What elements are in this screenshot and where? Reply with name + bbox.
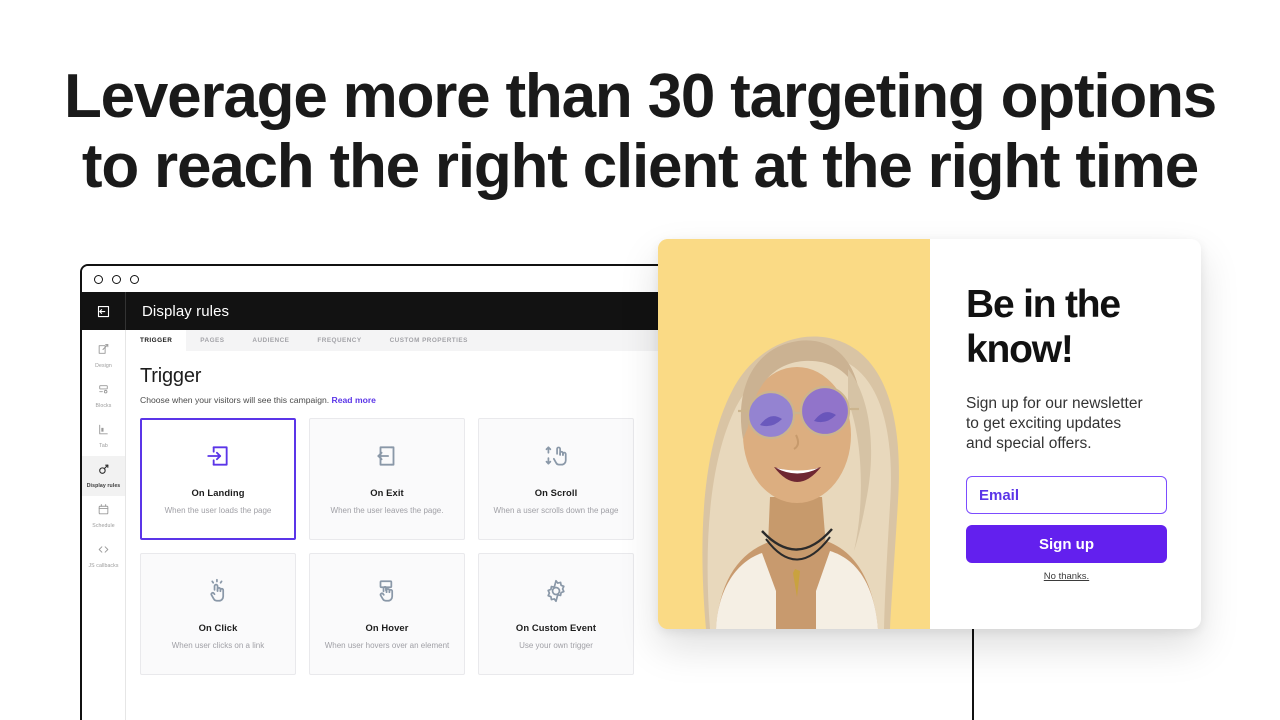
trigger-card-desc: When the user loads the page [164, 505, 272, 515]
code-brackets-icon [97, 543, 110, 561]
sidebar-item-label: Tab [99, 443, 108, 449]
popup-content: Be in the know! Sign up for our newslett… [930, 239, 1201, 629]
sidebar-item-label: Design [95, 363, 112, 369]
email-field[interactable]: Email [966, 476, 1167, 514]
trigger-card-title: On Custom Event [515, 621, 597, 633]
sidebar-item-blocks[interactable]: Blocks [82, 376, 125, 416]
app-title: Display rules [142, 302, 230, 320]
sidebar-item-tab[interactable]: Tab [82, 416, 125, 456]
tab-pages[interactable]: PAGES [186, 330, 238, 351]
panel-subtitle-text: Choose when your visitors will see this … [140, 395, 330, 405]
trigger-card-title: On Landing [191, 486, 245, 498]
gear-icon [543, 578, 569, 604]
page-title: Leverage more than 30 targeting options … [63, 62, 1217, 201]
trigger-card-title: On Exit [370, 486, 404, 498]
traffic-light-close-icon[interactable] [94, 274, 103, 284]
calendar-icon [97, 503, 110, 521]
trigger-card-on-hover[interactable]: On Hover When user hovers over an elemen… [309, 553, 465, 675]
tab-audience[interactable]: AUDIENCE [238, 330, 303, 351]
design-pencil-icon [97, 343, 110, 361]
trigger-card-desc: When user clicks on a link [171, 640, 265, 650]
trigger-card-title: On Click [198, 621, 238, 633]
sidebar-item-schedule[interactable]: Schedule [82, 496, 125, 536]
sidebar-item-js-callbacks[interactable]: JS callbacks [82, 536, 125, 576]
sidebar-item-label: JS callbacks [88, 563, 119, 569]
trigger-card-on-scroll[interactable]: On Scroll When a user scrolls down the p… [478, 418, 634, 540]
trigger-card-title: On Hover [365, 621, 409, 633]
tab-chart-icon [97, 423, 110, 441]
scroll-hand-icon [543, 443, 569, 469]
smiling-woman-sunglasses-photo [658, 239, 930, 629]
trigger-card-title: On Scroll [534, 486, 578, 498]
click-hand-icon [205, 578, 231, 604]
display-rules-target-icon [97, 463, 110, 481]
tab-custom-properties[interactable]: CUSTOM PROPERTIES [376, 330, 482, 351]
sidebar-item-display-rules[interactable]: Display rules [82, 456, 125, 496]
trigger-card-desc: Use your own trigger [519, 640, 593, 650]
sidebar-item-label: Schedule [92, 523, 115, 529]
arrow-out-of-box-icon [374, 443, 400, 469]
sidebar-item-design[interactable]: Design [82, 336, 125, 376]
traffic-light-maximize-icon[interactable] [130, 274, 139, 284]
trigger-card-desc: When the user leaves the page. [330, 505, 444, 515]
hover-hand-icon [374, 578, 400, 604]
sidebar-item-label: Display rules [86, 483, 121, 489]
sidebar-item-label: Blocks [95, 403, 112, 409]
signup-button[interactable]: Sign up [966, 525, 1167, 563]
sidebar-rail: Design Blocks Tab Display rules Schedule… [82, 330, 126, 720]
popup-paragraph: Sign up for our newsletter to get exciti… [966, 395, 1143, 452]
trigger-card-on-exit[interactable]: On Exit When the user leaves the page. [309, 418, 465, 540]
exit-to-app-icon[interactable] [82, 292, 126, 330]
traffic-light-minimize-icon[interactable] [112, 274, 121, 284]
read-more-link[interactable]: Read more [332, 395, 376, 405]
tab-frequency[interactable]: FREQUENCY [303, 330, 375, 351]
popup-heading: Be in the know! [966, 283, 1121, 371]
arrow-into-box-icon [205, 443, 231, 469]
trigger-card-on-custom-event[interactable]: On Custom Event Use your own trigger [478, 553, 634, 675]
page-root: Leverage more than 30 targeting options … [0, 0, 1280, 720]
blocks-icon [97, 383, 110, 401]
trigger-card-on-landing[interactable]: On Landing When the user loads the page [140, 418, 296, 540]
trigger-card-on-click[interactable]: On Click When user clicks on a link [140, 553, 296, 675]
trigger-card-desc: When user hovers over an element [324, 640, 450, 650]
popup-hero-image [658, 239, 930, 629]
tab-trigger[interactable]: TRIGGER [126, 330, 187, 351]
no-thanks-link[interactable]: No thanks. [966, 571, 1167, 582]
newsletter-popup: Be in the know! Sign up for our newslett… [658, 239, 1201, 629]
trigger-card-desc: When a user scrolls down the page [493, 505, 619, 515]
